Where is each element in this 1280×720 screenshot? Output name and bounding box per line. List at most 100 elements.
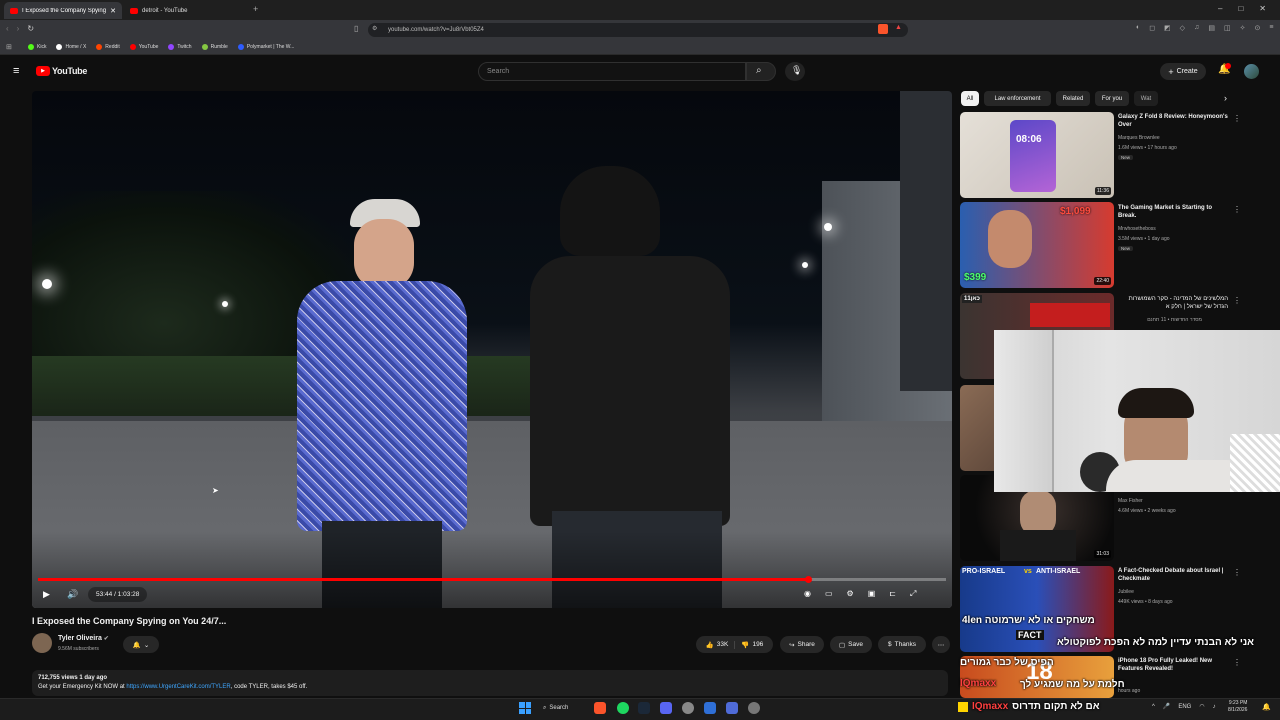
reload-icon[interactable]: ↻ xyxy=(27,24,34,33)
youtube-logo[interactable]: ▶ YouTube xyxy=(36,66,87,76)
bookmark-x[interactable]: Home / X xyxy=(56,44,86,50)
clock[interactable]: 9:23 PM 8/1/2026 xyxy=(1228,700,1247,714)
dislike-button[interactable]: 👎 196 xyxy=(735,641,763,649)
rec-thumbnail[interactable]: 08:06 11:36 xyxy=(960,112,1114,198)
chip-related[interactable]: Related xyxy=(1056,91,1090,106)
account-avatar[interactable] xyxy=(1244,64,1259,79)
description-box[interactable]: 712,755 views 1 day ago Get your Emergen… xyxy=(32,670,948,696)
chip-watched[interactable]: Wat xyxy=(1134,91,1158,106)
steam-taskbar-icon[interactable] xyxy=(638,702,650,714)
wifi-icon[interactable]: ◠ xyxy=(1199,703,1204,710)
rec-channel[interactable]: Mrwhosetheboss xyxy=(1118,225,1156,233)
video-player[interactable]: ➤ xyxy=(32,91,952,608)
brave-taskbar-icon[interactable] xyxy=(594,702,606,714)
more-vert-icon[interactable]: ⋮ xyxy=(1233,296,1241,305)
settings-taskbar-icon[interactable] xyxy=(748,702,760,714)
app-taskbar-icon[interactable] xyxy=(704,702,716,714)
miniplayer-icon[interactable]: ▣ xyxy=(868,589,876,599)
forward-icon[interactable]: › xyxy=(17,24,20,33)
app-taskbar-icon[interactable] xyxy=(682,702,694,714)
rec-channel[interactable]: Marques Brownlee xyxy=(1118,134,1160,142)
close-window-icon[interactable]: ✕ xyxy=(1259,4,1266,13)
thanks-button[interactable]: $ Thanks xyxy=(878,636,926,653)
bookmark-youtube[interactable]: YouTube xyxy=(129,44,158,50)
tray-mic-icon[interactable]: 🎤 xyxy=(1163,703,1170,710)
rec-channel[interactable]: Max Fisher xyxy=(1118,497,1143,505)
like-button[interactable]: 👍 33K xyxy=(706,640,736,649)
autoplay-toggle-icon[interactable]: ◉ xyxy=(804,589,811,599)
discord-taskbar-icon[interactable] xyxy=(660,702,672,714)
more-vert-icon[interactable]: ⋮ xyxy=(1233,205,1241,214)
bookmark-reddit[interactable]: Reddit xyxy=(96,44,120,50)
brave-shield-icon[interactable] xyxy=(878,24,888,34)
rewards-icon[interactable]: ▲ xyxy=(895,24,902,31)
bookmark-twitch[interactable]: Twitch xyxy=(168,44,192,50)
chip-law-enforcement[interactable]: Law enforcement xyxy=(984,91,1051,106)
volume-tray-icon[interactable]: ♪ xyxy=(1213,704,1216,710)
bookmark-polymarket[interactable]: Polymarket | The W... xyxy=(237,44,294,50)
fullscreen-icon[interactable]: ⤢ xyxy=(910,589,916,599)
extension-icon[interactable]: ♫ xyxy=(1194,24,1199,32)
extension-icon[interactable]: ⊙ xyxy=(1254,24,1260,32)
progress-scrubber[interactable] xyxy=(805,576,812,583)
extension-icon[interactable]: ▤ xyxy=(1208,24,1215,32)
description-link[interactable]: https://www.UrgentCareKit.com/TYLER xyxy=(126,684,230,690)
url-field[interactable]: youtube.com/watch?v=Ju8rVbt05Z4 xyxy=(368,23,908,37)
site-info-icon[interactable]: ⚙ xyxy=(372,25,377,32)
hamburger-menu-icon[interactable]: ≡ xyxy=(13,65,19,77)
more-vert-icon[interactable]: ⋮ xyxy=(1233,658,1241,667)
more-vert-icon[interactable]: ⋮ xyxy=(1233,114,1241,123)
rec-title[interactable]: The Gaming Market is Starting to Break. xyxy=(1118,204,1228,220)
tab-active[interactable]: I Exposed the Company Spying ✕ xyxy=(4,2,122,19)
search-input[interactable]: Search xyxy=(478,62,746,81)
rec-thumbnail[interactable]: $1,099 $399 22:40 xyxy=(960,202,1114,288)
channel-avatar[interactable] xyxy=(32,633,52,653)
chip-all[interactable]: All xyxy=(961,91,979,106)
tab-inactive[interactable]: detroit - YouTube xyxy=(124,2,248,19)
new-tab-icon[interactable]: + xyxy=(253,4,258,14)
apps-grid-icon[interactable]: ⊞ xyxy=(6,43,12,51)
extension-icon[interactable]: ◇ xyxy=(1180,24,1185,32)
rec-channel[interactable]: מסדר החדשות • 11 תחנם xyxy=(1118,316,1202,324)
save-button[interactable]: ▢ Save xyxy=(830,636,872,653)
captions-icon[interactable]: ▭ xyxy=(825,589,833,599)
share-button[interactable]: ↪ Share xyxy=(780,636,824,653)
rec-title[interactable]: A Fact-Checked Debate about Israel | Che… xyxy=(1118,567,1228,583)
extension-icon[interactable]: ◩ xyxy=(1164,24,1171,32)
search-button[interactable]: ⌕ xyxy=(746,62,776,81)
more-actions-button[interactable]: ⋯ xyxy=(932,636,950,653)
app-taskbar-icon[interactable] xyxy=(726,702,738,714)
back-icon[interactable]: ‹ xyxy=(6,24,9,33)
more-vert-icon[interactable]: ⋮ xyxy=(1233,568,1241,577)
create-button[interactable]: + Create xyxy=(1160,63,1206,80)
bookmark-icon[interactable]: ▯ xyxy=(354,24,358,33)
taskbar-search[interactable]: ⌕ Search xyxy=(543,702,568,714)
extension-icon[interactable]: ✧ xyxy=(1240,24,1246,32)
bookmark-kick[interactable]: Kick xyxy=(28,44,46,50)
tray-chevron-icon[interactable]: ^ xyxy=(1152,704,1155,710)
extension-icon[interactable]: ◫ xyxy=(1224,24,1231,32)
voice-search-button[interactable]: 🎙 xyxy=(785,62,805,81)
play-icon[interactable]: ▶ xyxy=(43,589,50,600)
channel-name[interactable]: Tyler Oliveira ✔ xyxy=(58,635,109,642)
close-icon[interactable]: ✕ xyxy=(110,7,116,15)
extension-icon[interactable]: ◐ xyxy=(1136,24,1140,32)
rec-title[interactable]: iPhone 18 Pro Fully Leaked! New Features… xyxy=(1118,657,1228,673)
rec-title[interactable]: המלשינים של המדינה - סקר השמושרות הגדול … xyxy=(1118,295,1228,311)
maximize-icon[interactable]: □ xyxy=(1238,4,1243,13)
notification-center-icon[interactable]: 🔔 xyxy=(1262,703,1271,711)
minimize-icon[interactable]: – xyxy=(1218,4,1222,13)
chip-for-you[interactable]: For you xyxy=(1095,91,1129,106)
settings-gear-icon[interactable]: ⚙ xyxy=(847,589,854,599)
chevron-right-icon[interactable]: › xyxy=(1224,93,1227,103)
menu-icon[interactable]: ≡ xyxy=(1269,24,1273,32)
volume-icon[interactable]: 🔊 xyxy=(67,589,78,600)
spotify-taskbar-icon[interactable] xyxy=(617,702,629,714)
extension-icon[interactable]: ◻ xyxy=(1149,24,1155,32)
cast-icon[interactable]: ⊏ xyxy=(889,589,896,599)
subscribed-button[interactable]: 🔔 ⌄ xyxy=(123,636,159,653)
bookmark-rumble[interactable]: Rumble xyxy=(201,44,228,50)
rec-title[interactable]: Galaxy Z Fold 8 Review: Honeymoon's Over xyxy=(1118,113,1228,129)
windows-start-icon[interactable] xyxy=(519,702,531,714)
rec-channel[interactable]: Jubilee xyxy=(1118,588,1134,596)
